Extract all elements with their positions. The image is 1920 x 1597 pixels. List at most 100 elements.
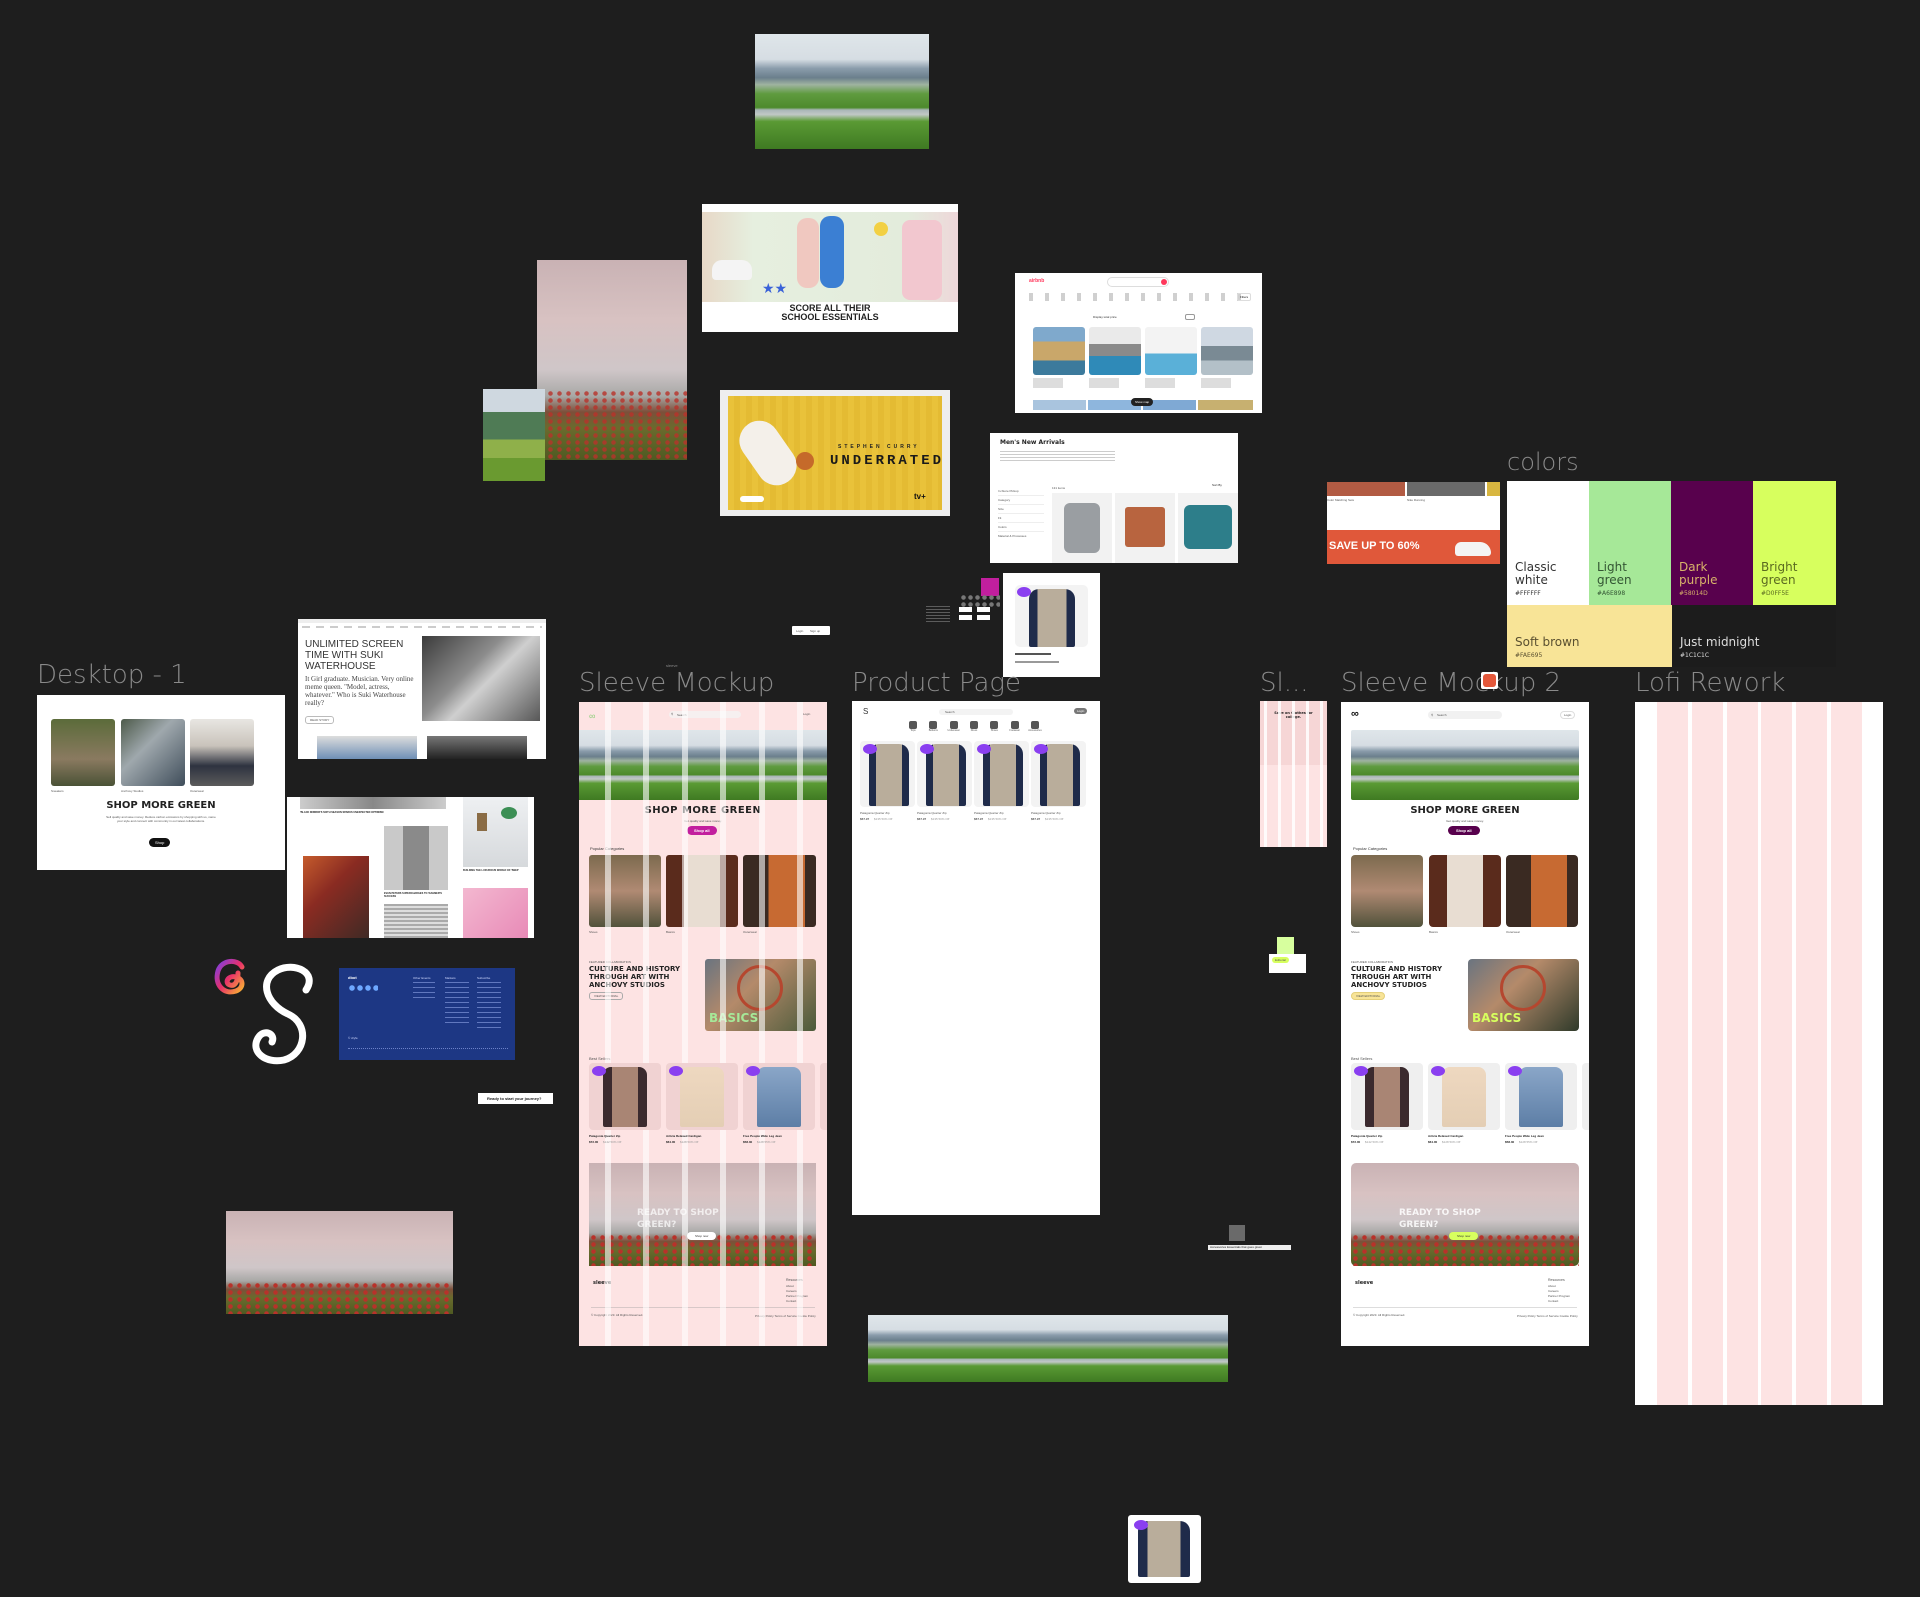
legal-links[interactable]: Privacy Policy Terms of Service Cookie P… [755,1314,816,1318]
editorial-chip[interactable]: Editorial [1272,957,1289,963]
journey-tooltip[interactable]: Ready to start your journey? [478,1093,553,1104]
filter-item[interactable]: Colors [998,523,1044,532]
product-card[interactable] [974,741,1029,807]
filter-item[interactable]: Material & Processes [998,532,1044,540]
best-seller-card[interactable] [820,1063,827,1130]
category-glyph-icon [909,721,917,729]
filters-button[interactable]: Filters [1237,293,1252,301]
product-page-logo: S [863,707,869,716]
product-search-input[interactable]: Search [939,709,1013,715]
product-card-bottom[interactable] [1128,1515,1201,1583]
shop-all-button[interactable]: Shop all [1448,826,1480,835]
best-seller-card[interactable] [743,1063,815,1130]
category-label: Basics [1429,930,1438,934]
social-icons[interactable] [348,985,378,991]
footer-link[interactable]: Contact [786,1299,808,1304]
best-seller-card[interactable] [589,1063,661,1130]
promo-title: READY TO SHOP GREEN? [1399,1208,1481,1230]
mini-control[interactable] [959,607,972,612]
category-card-basics[interactable] [666,855,738,927]
filter-item[interactable]: Size [998,505,1044,514]
sort-by-dropdown[interactable]: Sort By [1212,483,1222,487]
login-button[interactable]: Login [803,712,810,716]
category-icon-tops[interactable]: Tops [904,721,922,737]
airbnb-search-bar[interactable] [1107,277,1169,287]
category-icon-dress[interactable]: Dress [965,721,983,737]
login-button[interactable]: Login [1074,708,1088,714]
best-seller-card[interactable] [1582,1063,1589,1130]
category-icon-footwear[interactable]: Footwear [1006,721,1024,737]
best-seller-card[interactable] [1505,1063,1577,1130]
swatch-dark-purple[interactable]: Dark purple #58014D [1671,481,1753,605]
swatch-hex: #A6E898 [1597,590,1626,597]
category-label: Outerwear [190,789,205,793]
swatch-soft-brown[interactable]: Soft brown #FAE695 [1507,605,1672,667]
mini-control[interactable] [959,615,972,620]
product-card[interactable] [1031,741,1086,807]
category-icon-accessories[interactable]: Accessories [1026,721,1044,737]
view-editorial-button[interactable]: VIEW EDITORIAL [1351,992,1386,1000]
watch-button[interactable] [740,496,764,502]
swatch-bright-green[interactable]: Bright green #D0FF5E [1753,481,1836,605]
best-seller-card[interactable] [1428,1063,1500,1130]
shop-now-button[interactable]: Shop now [1449,1232,1479,1240]
featured-image[interactable]: BASICS [705,959,816,1031]
shop-now-button[interactable]: Shop now [687,1232,717,1240]
quarter-zip-image [1029,589,1075,647]
show-map-button[interactable]: Show map [1131,398,1154,406]
search-input[interactable]: ⚲ Search [1428,711,1502,719]
product-card[interactable] [917,741,972,807]
filter-item[interactable]: Fit [998,514,1044,523]
featured-image[interactable]: BASICS [1468,959,1579,1031]
legal-links[interactable]: Privacy Policy Terms of Service Cookie P… [1517,1314,1578,1318]
category-glyph-icon [1010,721,1019,729]
sale-label: Nike Running [1407,498,1426,502]
mini-control[interactable] [977,615,990,620]
airbnb-reference: airbnb Filters Display total price Show … [1015,273,1262,413]
shop-all-button[interactable]: Shop all [687,826,717,835]
footer-resources-title: Resources [786,1278,803,1282]
best-seller-card[interactable] [666,1063,738,1130]
search-placeholder: Search [945,710,955,714]
footer-link[interactable]: Contact [1548,1299,1570,1304]
login-tab[interactable]: Login [796,629,803,633]
search-input[interactable]: ⚲ Search [669,711,741,718]
accessories-text: Accessories Essentials that goes great [1210,1245,1262,1249]
category-card-outerwear[interactable] [1506,855,1578,927]
category-card-shoes[interactable] [589,855,661,927]
swatch-light-green[interactable]: Light green #A6E898 [1589,481,1671,605]
category-card-outerwear[interactable] [743,855,816,927]
filter-item[interactable]: In-Store Pickup [998,487,1044,496]
read-story-button[interactable]: READ STORY [305,716,335,724]
figma-comment-icon[interactable] [1481,672,1498,689]
product-card[interactable] [860,741,915,807]
swatch-classic-white[interactable]: Classic white #FFFFFF [1507,481,1589,605]
category-image-sneakers[interactable] [51,719,115,786]
swatch-just-midnight[interactable]: Just midnight #1C1C1C [1672,605,1836,667]
mini-control[interactable] [977,607,990,612]
category-icon-label: Dress [970,729,978,732]
category-icon-shoes[interactable]: Shoes [985,721,1003,737]
category-image-outerwear[interactable] [190,719,254,786]
product-card-preview[interactable] [1003,573,1100,677]
signup-tab[interactable]: Sign up [810,629,820,633]
category-image-anchovy[interactable] [121,719,185,786]
editorial-chip-card: Editorial [1269,954,1306,973]
category-card-shoes[interactable] [1351,855,1423,927]
shop-button[interactable]: Shop [149,838,171,847]
login-signup-toggle[interactable]: Login Sign up [792,626,830,635]
category-icon-underwear[interactable]: Underwear [945,721,963,737]
category-icon-row[interactable] [1029,293,1245,301]
product-name: Free People Wide Leg Jean [1505,1134,1544,1138]
login-button[interactable]: Login [1560,711,1576,719]
category-glyph-icon [929,721,938,729]
sale-badge-icon [920,744,934,754]
view-editorial-button[interactable]: VIEW EDITORIAL [589,992,624,1000]
filter-item[interactable]: Category [998,496,1044,505]
category-card-basics[interactable] [1429,855,1501,927]
best-seller-card[interactable] [1351,1063,1423,1130]
total-price-toggle[interactable] [1185,314,1195,320]
editorial-nav[interactable] [302,626,542,628]
swatch-name: Bright green [1761,560,1798,587]
category-icon-bottoms[interactable]: Bottoms [924,721,942,737]
